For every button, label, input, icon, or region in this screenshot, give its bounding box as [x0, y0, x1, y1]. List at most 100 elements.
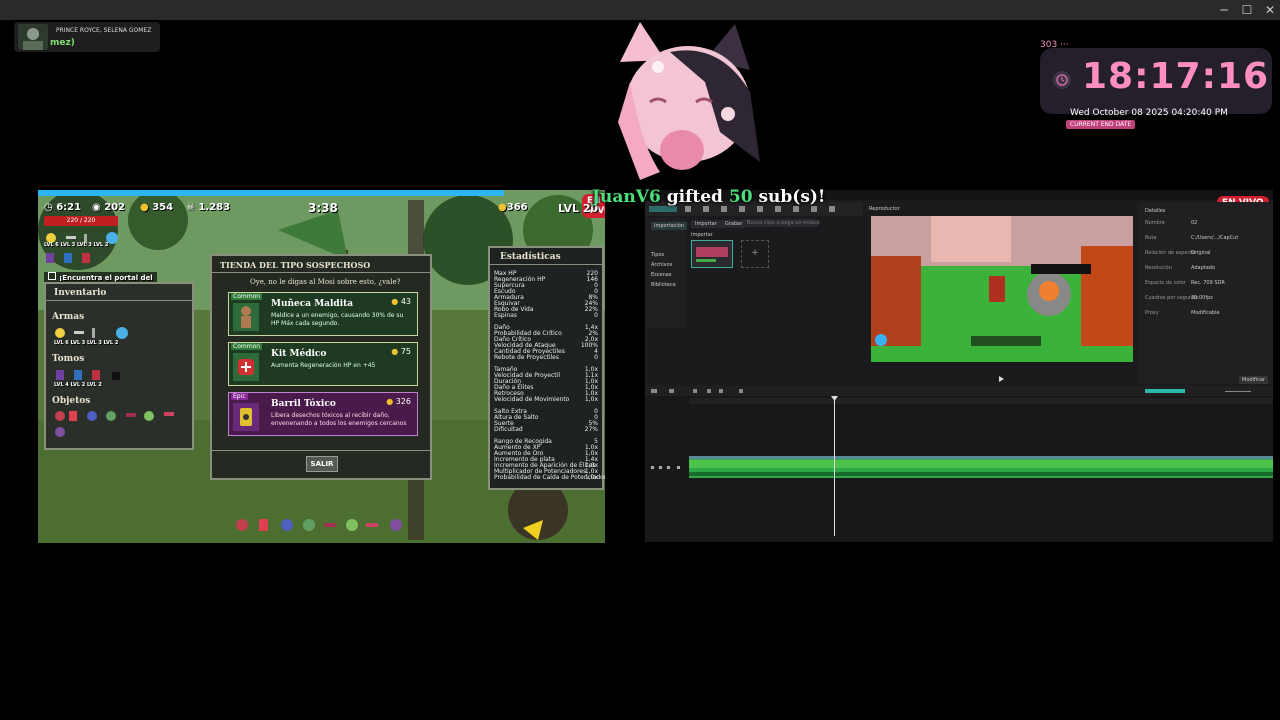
item-name: Barril Tóxico: [271, 399, 336, 409]
xp-bar: [38, 190, 504, 196]
hud-timer: 3:38: [308, 201, 338, 215]
properties-title: Detalles: [1145, 208, 1166, 214]
player-title: Reproductor: [869, 206, 900, 212]
property-row: Cuadros por segundo 30.00fps: [1145, 295, 1269, 307]
timeline-graphics: [645, 386, 1273, 536]
properties-list: Nombre 02 Ruta C:/Users/.../CapCut Relación …: [1145, 220, 1269, 340]
property-row: Ruta C:/Users/.../CapCut: [1145, 235, 1269, 247]
shop-panel: TIENDA DEL TIPO SOSPECHOSO Oye, no le di…: [210, 254, 432, 480]
shop-item-3[interactable]: Epic Barril Tóxico ● 326 Libera desechos…: [228, 392, 418, 436]
roblox-preview-scene: [871, 216, 1133, 362]
tome-icons-row: [44, 250, 104, 269]
item-price: ● 43: [391, 297, 411, 306]
property-label: Ruta: [1145, 235, 1157, 241]
property-value: Modificable: [1191, 310, 1220, 316]
item-desc: Aumenta Regeneración HP en +45: [271, 362, 376, 369]
timeline-panel: [645, 386, 1273, 542]
video-editor-capture: EN VIVO Importación Tipos Archivos Escen…: [645, 190, 1273, 542]
maximize-button[interactable]: ☐: [1239, 2, 1255, 18]
shop-item-2[interactable]: Common Kit Médico ● 75 Aumenta Regenerac…: [228, 342, 418, 386]
item-rarity: Common: [231, 343, 263, 350]
shop-title: TIENDA DEL TIPO SOSPECHOSO: [220, 260, 371, 270]
weapon-levels: LVL 6 LVL 3 LVL 3 LVL 2: [44, 242, 109, 248]
close-button[interactable]: ✕: [1262, 2, 1278, 18]
item-price: ● 75: [391, 347, 411, 356]
property-value: 30.00fps: [1191, 295, 1213, 301]
hud-time: ◷ 6:21: [44, 202, 82, 213]
item-name: Kit Médico: [271, 349, 327, 359]
property-row: Proxy Modificable: [1145, 310, 1269, 322]
chat-avatar: [18, 24, 48, 50]
medkit-icon: [233, 353, 259, 381]
item-desc: Libera desechos tóxicos al recibir daño,…: [271, 412, 407, 427]
add-media-button[interactable]: +: [741, 240, 769, 268]
play-icon[interactable]: [999, 376, 1004, 382]
property-label: Resolución: [1145, 265, 1172, 271]
quest-text: ¡Encuentra el portal del: [44, 272, 157, 282]
import-button[interactable]: Importar: [691, 220, 721, 228]
user-avatar-icon: [18, 24, 48, 50]
property-row: Nombre 02: [1145, 220, 1269, 232]
stats-list: Max HP 220 Regeneración HP 146 Supercura 0 Esc…: [490, 270, 605, 484]
inv-tome-icons: [56, 370, 120, 380]
shop-subtitle: Oye, no le digas al Mosi sobre esto, ¿va…: [250, 278, 401, 286]
properties-panel: Detalles Nombre 02 Ruta C:/Users/.../CapCut…: [1139, 202, 1273, 384]
hud-gold: ● 354: [140, 202, 174, 213]
hp-value: 220 / 220: [66, 217, 96, 224]
chat-message-box: PRINCE ROYCE, SELENA GOMEZ mez): [14, 22, 160, 52]
window-titlebar: ─ ☐ ✕: [0, 0, 1280, 20]
property-label: Proxy: [1145, 310, 1159, 316]
media-sidebar: Importación Tipos Archivos Escenas Bibli…: [645, 218, 688, 328]
property-value: C:/Users/.../CapCut: [1191, 235, 1239, 241]
minimize-button[interactable]: ─: [1216, 2, 1232, 18]
property-value: Rec. 709 SDR: [1191, 280, 1225, 286]
property-label: Nombre: [1145, 220, 1165, 226]
property-label: Relación de aspecto: [1145, 250, 1196, 256]
property-value: Adaptado: [1191, 265, 1216, 271]
player-preview: [871, 216, 1133, 362]
vtuber-avatar: [610, 22, 766, 182]
sidebar-item-escenas[interactable]: Escenas: [651, 272, 671, 278]
property-value: 02: [1191, 220, 1198, 226]
item-price: ● 326: [386, 397, 411, 406]
item-name: Muñeca Maldita: [271, 299, 354, 309]
media-thumbnail[interactable]: [691, 240, 733, 268]
stat-value: 1,0x: [584, 474, 598, 481]
sidebar-item-archivos[interactable]: Archivos: [651, 262, 672, 268]
clock-label: CURRENT END DATE: [1066, 120, 1136, 129]
media-search-input[interactable]: Busca clips o pega un enlace: [743, 219, 820, 227]
property-label: Espacio de color: [1145, 280, 1186, 286]
inventory-panel: Inventario Armas LVL 6 LVL 3 LVL 3 LVL 2…: [44, 282, 194, 450]
item-hotbar-icons: [236, 519, 402, 531]
sidebar-item-biblioteca[interactable]: Biblioteca: [651, 282, 676, 288]
toxic-barrel-icon: [233, 403, 259, 431]
gift-alert: JuanV6 gifted 50 sub(s)!: [592, 187, 826, 207]
shop-item-1[interactable]: Common Muñeca Maldita ● 43 Maldice a un …: [228, 292, 418, 336]
sidebar-item-tipos[interactable]: Tipos: [651, 252, 664, 258]
property-row: Espacio de color Rec. 709 SDR: [1145, 280, 1269, 292]
property-value: Original: [1191, 250, 1211, 256]
inv-weapon-icons: [55, 327, 128, 339]
item-desc: Maldice a un enemigo, causando 30% de su…: [271, 312, 404, 327]
chat-text: mez): [50, 38, 75, 48]
inv-item-icons: [55, 411, 174, 437]
tome-icons: [46, 253, 90, 263]
inv-weapon-levels: LVL 6 LVL 3 LVL 3 LVL 2: [54, 340, 119, 346]
clock-icon: [1053, 71, 1071, 89]
modify-button[interactable]: Modificar: [1239, 376, 1268, 384]
stats-title: Estadísticas: [500, 252, 561, 262]
hud-coins: ●366: [498, 202, 528, 213]
property-row: Resolución Adaptado: [1145, 265, 1269, 277]
items-heading: Objetos: [52, 396, 91, 406]
chat-username: PRINCE ROYCE, SELENA GOMEZ: [56, 27, 152, 34]
stats-panel: Estadísticas Max HP 220 Regeneración HP 146…: [488, 246, 605, 490]
sidebar-item-importacion[interactable]: Importación: [651, 222, 688, 230]
clip-thumbnail-icon: [692, 241, 732, 267]
clock-date: Wed October 08 2025 04:20:40 PM: [1070, 108, 1228, 118]
tomes-heading: Tomos: [52, 354, 85, 364]
clock-time: 18:17:16: [1082, 56, 1270, 97]
property-row: Relación de aspecto Original: [1145, 250, 1269, 262]
weapons-heading: Armas: [52, 312, 85, 322]
inv-tome-levels: LVL 4 LVL 2 LVL 2: [54, 382, 102, 388]
exit-button[interactable]: SALIR: [306, 456, 338, 472]
